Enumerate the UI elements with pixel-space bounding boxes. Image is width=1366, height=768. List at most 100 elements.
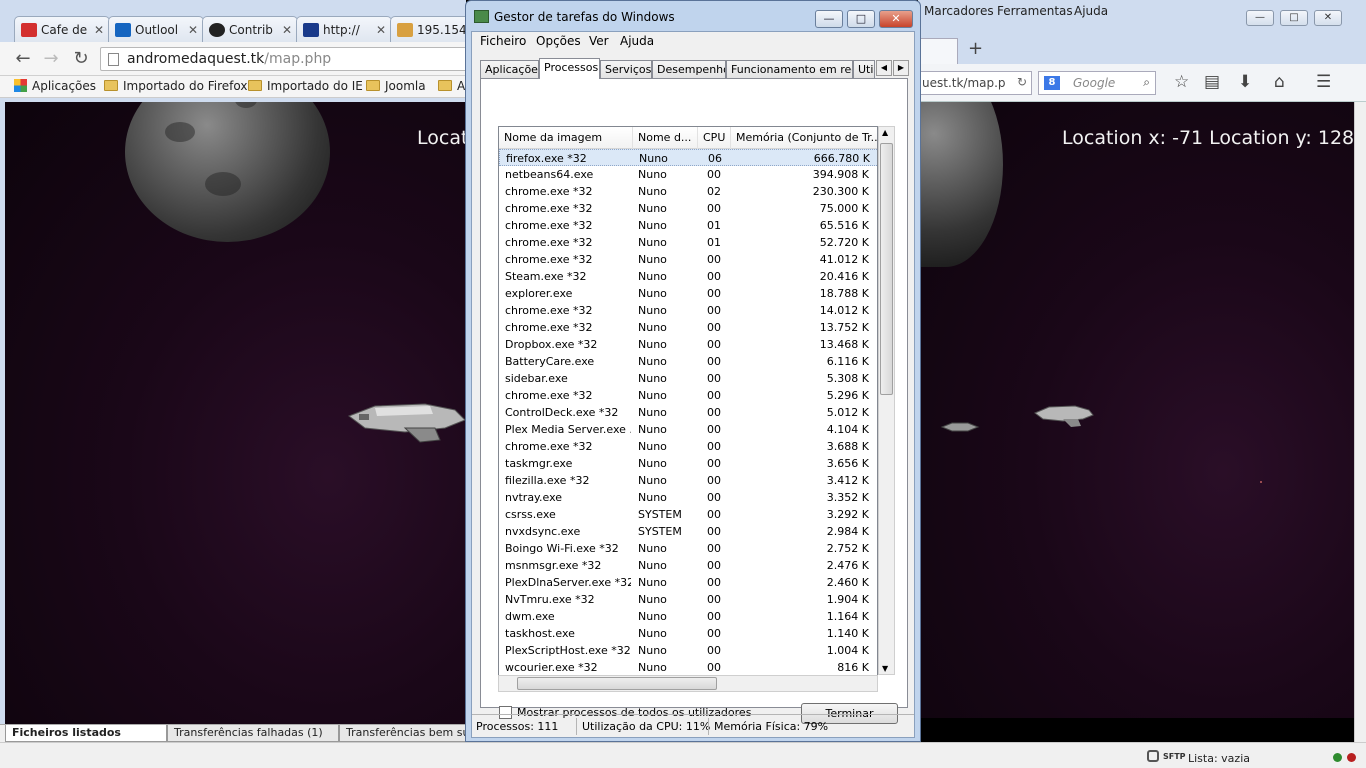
table-row[interactable]: chrome.exe *32 Nuno 00 41.012 K [499,251,877,268]
table-row[interactable]: nvtray.exe Nuno 00 3.352 K [499,489,877,506]
table-row[interactable]: Plex Media Server.exe ... Nuno 00 4.104 K [499,421,877,438]
home-icon[interactable]: ⌂ [1274,72,1285,92]
bookmark-folder[interactable]: Importado do IE [248,79,363,93]
column-user-name[interactable]: Nome d... [633,127,698,149]
table-row[interactable]: PlexScriptHost.exe *32 Nuno 00 1.004 K [499,642,877,659]
table-row[interactable]: Dropbox.exe *32 Nuno 00 13.468 K [499,336,877,353]
table-row[interactable]: Steam.exe *32 Nuno 00 20.416 K [499,268,877,285]
table-row[interactable]: ControlDeck.exe *32 Nuno 00 5.012 K [499,404,877,421]
new-tab-button[interactable]: + [968,38,983,59]
scroll-down-icon[interactable]: ▼ [882,664,888,673]
tab-scroll-right-icon[interactable]: ▶ [893,60,909,76]
menu-help[interactable]: Ajuda [620,34,654,48]
table-row[interactable]: msnmsgr.exe *32 Nuno 00 2.476 K [499,557,877,574]
table-row[interactable]: chrome.exe *32 Nuno 00 75.000 K [499,200,877,217]
menu-help[interactable]: Ajuda [1074,4,1108,18]
table-row[interactable]: wcourier.exe *32 Nuno 00 816 K [499,659,877,676]
tab-users[interactable]: Util [853,60,875,78]
close-icon[interactable]: ✕ [376,23,386,37]
column-cpu[interactable]: CPU [698,127,731,149]
menu-tools[interactable]: Ferramentas [997,4,1073,18]
column-image-name[interactable]: Nome da imagem [499,127,633,149]
table-row[interactable]: firefox.exe *32 Nuno 06 666.780 K [499,149,877,166]
table-row[interactable]: nvxdsync.exe SYSTEM 00 2.984 K [499,523,877,540]
table-row[interactable]: explorer.exe Nuno 00 18.788 K [499,285,877,302]
download-icon[interactable]: ⬇ [1238,72,1252,92]
bookmark-folder[interactable]: Joomla [366,79,426,93]
tab-failed-transfers[interactable]: Transferências falhadas (1) [167,725,339,742]
minimize-button[interactable]: — [1246,10,1274,26]
scroll-up-icon[interactable]: ▲ [882,128,888,137]
table-row[interactable]: BatteryCare.exe Nuno 00 6.116 K [499,353,877,370]
scroll-thumb[interactable] [880,143,893,395]
column-memory[interactable]: Memória (Conjunto de Tr... [731,127,877,149]
tab-processes[interactable]: Processos [539,58,600,79]
bookmark-folder[interactable]: Importado do Firefox [104,79,247,93]
menu-icon[interactable]: ☰ [1316,72,1331,92]
table-row[interactable]: chrome.exe *32 Nuno 02 230.300 K [499,183,877,200]
search-icon[interactable]: ⌕ [1143,75,1150,90]
table-row[interactable]: NvTmru.exe *32 Nuno 00 1.904 K [499,591,877,608]
bookmark-folder[interactable]: A [438,79,465,93]
maximize-button[interactable]: □ [1280,10,1308,26]
table-row[interactable]: Boingo Wi-Fi.exe *32 Nuno 00 2.752 K [499,540,877,557]
table-row[interactable]: chrome.exe *32 Nuno 00 5.296 K [499,387,877,404]
bookmark-apps[interactable]: Aplicações [14,79,96,93]
minimize-button[interactable]: — [815,10,843,28]
chrome-tab-2[interactable]: Contrib ✕ [202,16,298,42]
table-row[interactable]: taskhost.exe Nuno 00 1.140 K [499,625,877,642]
reading-list-icon[interactable]: ▤ [1204,72,1220,92]
menu-bookmarks[interactable]: Marcadores [924,4,994,18]
table-row[interactable]: sidebar.exe Nuno 00 5.308 K [499,370,877,387]
close-icon[interactable]: ✕ [282,23,292,37]
address-bar[interactable]: andromedaquest.tk/map.php [100,47,466,71]
chrome-tab-3[interactable]: http:// ✕ [296,16,392,42]
game-canvas-left[interactable]: Locat [5,102,466,724]
process-name: Boingo Wi-Fi.exe *32 [505,542,619,555]
table-row[interactable]: chrome.exe *32 Nuno 01 52.720 K [499,234,877,251]
table-row[interactable]: PlexDlnaServer.exe *32 Nuno 00 2.460 K [499,574,877,591]
forward-button[interactable]: → [40,48,62,69]
vertical-scrollbar[interactable]: ▲ ▼ [878,126,895,675]
menu-options[interactable]: Opções [536,34,581,48]
menu-view[interactable]: Ver [589,34,609,48]
back-button[interactable]: ← [12,48,34,69]
close-button[interactable]: ✕ [1314,10,1342,26]
table-row[interactable]: csrss.exe SYSTEM 00 3.292 K [499,506,877,523]
firefox-url-bar[interactable]: uest.tk/map.p ↻ [918,71,1032,95]
chrome-tab-0[interactable]: Cafe de ✕ [14,16,110,42]
tab-applications[interactable]: Aplicações [480,60,539,78]
bookmark-star-icon[interactable]: ☆ [1174,72,1189,92]
search-box[interactable]: 8 Google ⌕ [1038,71,1156,95]
table-row[interactable]: chrome.exe *32 Nuno 01 65.516 K [499,217,877,234]
menu-file[interactable]: Ficheiro [480,34,526,48]
maximize-button[interactable]: □ [847,10,875,28]
table-row[interactable]: filezilla.exe *32 Nuno 00 3.412 K [499,472,877,489]
table-row[interactable]: taskmgr.exe Nuno 00 3.656 K [499,455,877,472]
table-row[interactable]: chrome.exe *32 Nuno 00 3.688 K [499,438,877,455]
game-canvas-right[interactable]: Location x: -71 Location y: 128 [918,102,1354,718]
close-button[interactable]: ✕ [879,10,913,28]
horizontal-scrollbar[interactable] [498,675,878,692]
table-row[interactable]: chrome.exe *32 Nuno 00 13.752 K [499,319,877,336]
tab-scroll-left-icon[interactable]: ◀ [876,60,892,76]
tab-networking[interactable]: Funcionamento em rede [726,60,853,78]
tab-queued-files[interactable]: Ficheiros listados [5,725,167,742]
firefox-tab[interactable] [918,38,958,64]
tab-successful-transfers[interactable]: Transferências bem suce [339,725,466,742]
table-row[interactable]: dwm.exe Nuno 00 1.164 K [499,608,877,625]
tab-services[interactable]: Serviços [600,60,652,78]
process-list[interactable]: Nome da imagem Nome d... CPU Memória (Co… [498,126,878,692]
table-row[interactable]: netbeans64.exe Nuno 00 394.908 K [499,166,877,183]
table-row[interactable]: chrome.exe *32 Nuno 00 14.012 K [499,302,877,319]
reload-icon[interactable]: ↻ [1017,75,1027,89]
chrome-tab-4[interactable]: 195.154 [390,16,466,42]
url-text: uest.tk/map.p [922,76,1006,90]
close-icon[interactable]: ✕ [188,23,198,37]
scroll-thumb[interactable] [517,677,717,690]
tab-performance[interactable]: Desempenho [652,60,726,78]
scrollbar[interactable] [1354,102,1366,742]
chrome-tab-1[interactable]: Outlool ✕ [108,16,204,42]
reload-button[interactable]: ↻ [70,48,92,69]
close-icon[interactable]: ✕ [94,23,104,37]
